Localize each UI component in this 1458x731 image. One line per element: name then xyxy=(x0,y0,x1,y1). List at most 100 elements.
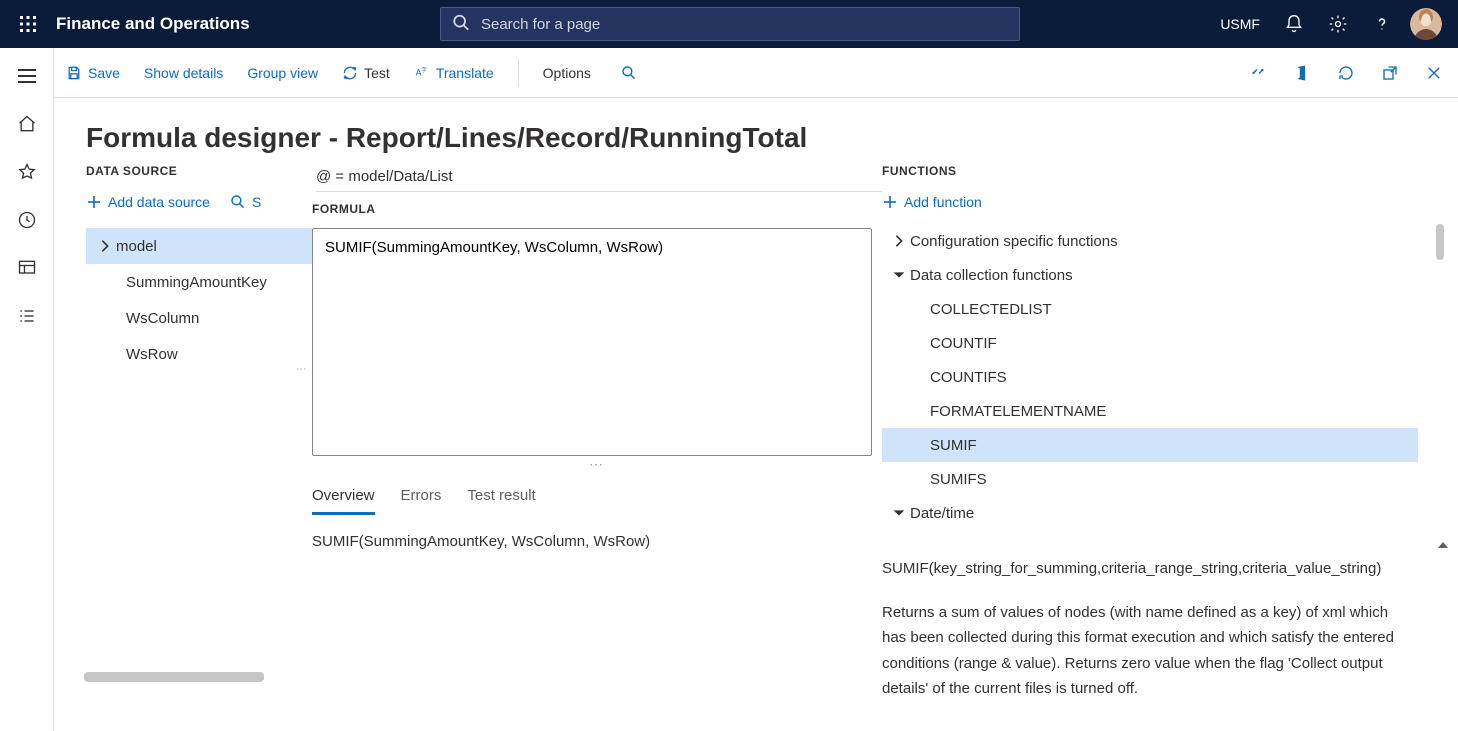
gear-icon xyxy=(1328,14,1348,34)
tab-errors[interactable]: Errors xyxy=(401,483,442,515)
user-avatar[interactable] xyxy=(1410,8,1442,40)
link-button[interactable] xyxy=(1242,57,1274,89)
function-item-label: COLLECTEDLIST xyxy=(930,301,1052,318)
options-label: Options xyxy=(543,65,591,81)
help-button[interactable] xyxy=(1362,0,1402,48)
function-item[interactable]: SUMIFS xyxy=(882,462,1418,496)
formula-textarea[interactable] xyxy=(312,228,872,456)
function-item[interactable]: COUNTIFS xyxy=(882,360,1418,394)
group-view-button[interactable]: Group view xyxy=(243,59,322,87)
functions-panel: FUNCTIONS Add function Configuration spe… xyxy=(882,164,1458,731)
action-toolbar: Save Show details Group view Test A字 Tra… xyxy=(54,48,1458,98)
close-page-button[interactable] xyxy=(1418,57,1450,89)
office-button[interactable] xyxy=(1286,57,1318,89)
nav-favorites-button[interactable] xyxy=(4,150,50,194)
refresh-page-button[interactable] xyxy=(1330,57,1362,89)
add-function-label: Add function xyxy=(904,194,982,210)
function-group-data-collection[interactable]: Data collection functions xyxy=(882,258,1418,292)
question-icon xyxy=(1372,14,1392,34)
description-scroll-up[interactable] xyxy=(1438,542,1448,548)
toolbar-search-button[interactable] xyxy=(611,59,641,87)
function-item[interactable]: COUNTIF xyxy=(882,326,1418,360)
hamburger-icon xyxy=(18,69,36,83)
options-button[interactable]: Options xyxy=(539,59,595,87)
search-icon xyxy=(230,194,246,210)
function-description-text: Returns a sum of values of nodes (with n… xyxy=(882,600,1414,702)
show-details-button[interactable]: Show details xyxy=(140,59,227,87)
triangle-up-icon xyxy=(1438,542,1448,548)
search-icon xyxy=(621,65,637,81)
function-item-sumif[interactable]: SUMIF xyxy=(882,428,1418,462)
nav-expand-button[interactable] xyxy=(4,54,50,98)
global-search-input[interactable] xyxy=(440,7,1020,41)
nav-workspaces-button[interactable] xyxy=(4,246,50,290)
group-view-label: Group view xyxy=(247,65,318,81)
settings-button[interactable] xyxy=(1318,0,1358,48)
translate-button[interactable]: A字 Translate xyxy=(410,59,498,87)
translate-icon: A字 xyxy=(414,65,430,81)
formula-panel: ⋮ @ = model/Data/List FORMULA ⋯ Overview… xyxy=(312,164,882,731)
function-group-config[interactable]: Configuration specific functions xyxy=(882,224,1418,258)
caret-right-icon xyxy=(888,233,910,249)
function-item-label: COUNTIF xyxy=(930,335,997,352)
tree-item-label: WsRow xyxy=(126,346,178,363)
plus-icon xyxy=(882,194,898,210)
tab-test-result[interactable]: Test result xyxy=(467,483,535,515)
function-group-datetime[interactable]: Date/time xyxy=(882,496,1418,530)
modules-icon xyxy=(17,306,37,326)
test-button[interactable]: Test xyxy=(338,59,394,87)
datasource-search-button[interactable]: S xyxy=(230,190,261,214)
functions-heading: FUNCTIONS xyxy=(882,164,1418,178)
app-launcher-button[interactable] xyxy=(8,0,48,48)
save-label: Save xyxy=(88,65,120,81)
global-header: Finance and Operations USMF xyxy=(0,0,1458,48)
save-button[interactable]: Save xyxy=(62,59,124,87)
datasource-item[interactable]: WsRow xyxy=(86,336,312,372)
nav-recent-button[interactable] xyxy=(4,198,50,242)
datasource-item[interactable]: SummingAmountKey xyxy=(86,264,312,300)
nav-modules-button[interactable] xyxy=(4,294,50,338)
resize-handle-bottom[interactable]: ⋯ xyxy=(312,459,882,469)
bell-icon xyxy=(1284,14,1304,34)
refresh-icon xyxy=(342,65,358,81)
workspace-icon xyxy=(17,258,37,278)
app-title: Finance and Operations xyxy=(56,14,250,34)
star-icon xyxy=(17,162,37,182)
popout-button[interactable] xyxy=(1374,57,1406,89)
clock-icon xyxy=(17,210,37,230)
add-function-button[interactable]: Add function xyxy=(882,190,1418,214)
tab-overview[interactable]: Overview xyxy=(312,483,375,515)
function-item-label: SUMIF xyxy=(930,437,977,454)
avatar-icon xyxy=(1410,8,1442,40)
formula-heading: FORMULA xyxy=(312,202,882,216)
datasource-root-model[interactable]: model xyxy=(86,228,312,264)
function-item[interactable]: COLLECTEDLIST xyxy=(882,292,1418,326)
function-item[interactable]: FORMATELEMENTNAME xyxy=(882,394,1418,428)
caret-down-icon xyxy=(888,505,910,521)
datasource-horizontal-scrollbar[interactable] xyxy=(84,672,264,682)
add-data-source-button[interactable]: Add data source xyxy=(86,190,210,214)
page-content: Formula designer - Report/Lines/Record/R… xyxy=(54,98,1458,731)
resize-handle-left[interactable]: ⋮ xyxy=(298,364,302,377)
function-group-label: Configuration specific functions xyxy=(910,233,1118,250)
toolbar-separator xyxy=(518,59,519,87)
binding-crumb: @ = model/Data/List xyxy=(316,168,882,192)
reload-icon xyxy=(1337,64,1355,82)
datasource-tree: model SummingAmountKey WsColumn WsRow xyxy=(86,228,312,372)
tree-item-label: WsColumn xyxy=(126,310,199,327)
function-item-label: SUMIFS xyxy=(930,471,987,488)
nav-home-button[interactable] xyxy=(4,102,50,146)
save-icon xyxy=(66,65,82,81)
waffle-icon xyxy=(19,15,37,33)
home-icon xyxy=(17,114,37,134)
function-item-label: FORMATELEMENTNAME xyxy=(930,403,1106,420)
popout-icon xyxy=(1381,64,1399,82)
function-item-label: COUNTIFS xyxy=(930,369,1007,386)
notifications-button[interactable] xyxy=(1274,0,1314,48)
functions-scrollbar-thumb[interactable] xyxy=(1436,224,1444,260)
function-group-label: Data collection functions xyxy=(910,267,1073,284)
company-chip[interactable]: USMF xyxy=(1210,16,1270,32)
caret-down-icon xyxy=(888,267,910,283)
function-signature: SUMIF(key_string_for_summing,criteria_ra… xyxy=(882,556,1414,582)
datasource-item[interactable]: WsColumn xyxy=(86,300,312,336)
